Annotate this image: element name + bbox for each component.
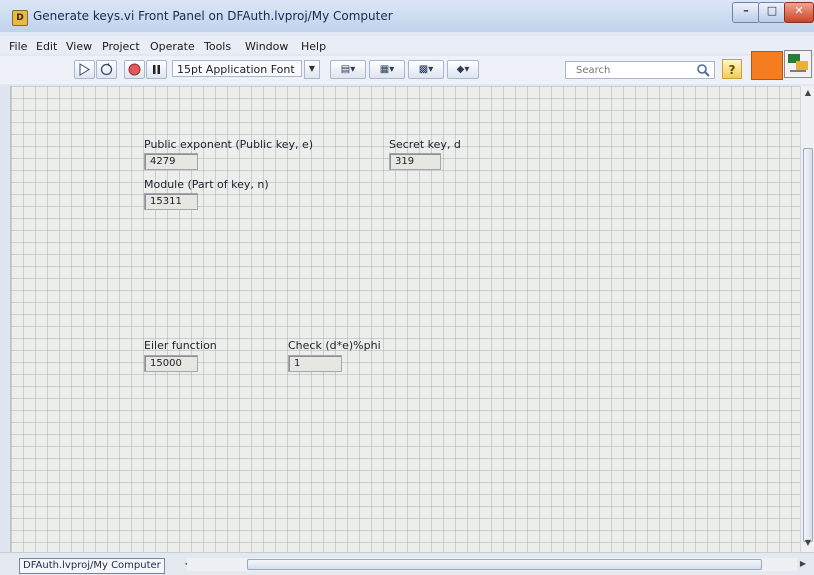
- pause-button[interactable]: [146, 60, 167, 79]
- project-context-label[interactable]: DFAuth.lvproj/My Computer: [19, 558, 165, 574]
- menu-project[interactable]: Project: [102, 40, 140, 53]
- minimize-icon: –: [743, 4, 749, 17]
- front-panel[interactable]: Public exponent (Public key, e) 4279 Sec…: [10, 86, 801, 552]
- labview-window: D Generate keys.vi Front Panel on DFAuth…: [0, 0, 814, 575]
- help-question-icon: ?: [728, 63, 736, 77]
- maximize-icon: □: [766, 4, 778, 17]
- module-label: Module (Part of key, n): [144, 178, 269, 191]
- abort-stop-icon: [128, 63, 141, 76]
- align-objects-icon: ▤▾: [340, 64, 356, 75]
- vertical-scroll-thumb[interactable]: [803, 148, 813, 542]
- vertical-scrollbar[interactable]: ▲ ▼: [800, 86, 814, 552]
- horizontal-scroll-thumb[interactable]: [247, 559, 762, 570]
- menu-tools[interactable]: Tools: [204, 40, 231, 53]
- resize-objects-icon: ▩▾: [418, 64, 434, 75]
- close-icon: ✕: [794, 4, 804, 17]
- text-settings-select[interactable]: 15pt Application Font: [172, 60, 302, 77]
- menu-window[interactable]: Window: [245, 40, 288, 53]
- run-arrow-icon: [79, 63, 90, 76]
- secret-key-indicator[interactable]: 319: [389, 153, 441, 170]
- euler-function-indicator[interactable]: 15000: [144, 355, 198, 372]
- reorder-icon: ◆▾: [456, 64, 470, 75]
- check-label: Check (d*e)%phi: [288, 339, 381, 352]
- scroll-right-icon[interactable]: ▶: [798, 559, 808, 568]
- window-title: Generate keys.vi Front Panel on DFAuth.l…: [33, 9, 393, 23]
- scroll-up-icon[interactable]: ▲: [801, 88, 814, 97]
- context-help-button[interactable]: ?: [722, 59, 742, 79]
- public-exponent-label: Public exponent (Public key, e): [144, 138, 314, 151]
- run-continuously-icon: [100, 63, 113, 76]
- run-continuously-button[interactable]: [96, 60, 117, 79]
- scroll-down-icon[interactable]: ▼: [801, 538, 814, 547]
- module-indicator[interactable]: 15311: [144, 193, 198, 210]
- menu-view[interactable]: View: [66, 40, 92, 53]
- labview-app-icon: D: [12, 10, 28, 26]
- euler-function-label: Eiler function: [144, 339, 217, 352]
- chevron-down-icon: ▼: [308, 64, 316, 73]
- check-indicator[interactable]: 1: [288, 355, 342, 372]
- public-exponent-indicator[interactable]: 4279: [144, 153, 198, 170]
- abort-execution-button[interactable]: [124, 60, 145, 79]
- minimize-button[interactable]: –: [732, 2, 760, 23]
- search-box[interactable]: [565, 61, 715, 79]
- reorder-button[interactable]: ◆▾: [447, 60, 479, 79]
- text-settings-dropdown[interactable]: ▼: [304, 60, 320, 79]
- secret-key-label: Secret key, d: [389, 138, 461, 151]
- panel-left-edge: [0, 86, 10, 552]
- maximize-button[interactable]: □: [758, 2, 786, 23]
- align-objects-button[interactable]: ▤▾: [330, 60, 366, 79]
- pause-icon: [153, 65, 160, 74]
- distribute-objects-icon: ▦▾: [379, 64, 395, 75]
- connector-pane-icon[interactable]: [751, 51, 783, 80]
- menu-file[interactable]: File: [9, 40, 27, 53]
- menu-help[interactable]: Help: [301, 40, 326, 53]
- close-button[interactable]: ✕: [784, 2, 814, 23]
- menu-bar: File Edit View Project Operate Tools Win…: [0, 36, 814, 54]
- vi-icon[interactable]: [784, 50, 812, 78]
- distribute-objects-button[interactable]: ▦▾: [369, 60, 405, 79]
- vi-glyph-icon: [788, 54, 808, 72]
- search-icon[interactable]: [696, 63, 710, 77]
- title-bar: D Generate keys.vi Front Panel on DFAuth…: [0, 0, 814, 32]
- resize-objects-button[interactable]: ▩▾: [408, 60, 444, 79]
- search-input[interactable]: [576, 63, 686, 77]
- horizontal-scrollbar[interactable]: [187, 558, 797, 571]
- status-bar: DFAuth.lvproj/My Computer ◀ ▶: [0, 552, 814, 575]
- menu-edit[interactable]: Edit: [36, 40, 57, 53]
- run-button[interactable]: [74, 60, 95, 79]
- menu-operate[interactable]: Operate: [150, 40, 195, 53]
